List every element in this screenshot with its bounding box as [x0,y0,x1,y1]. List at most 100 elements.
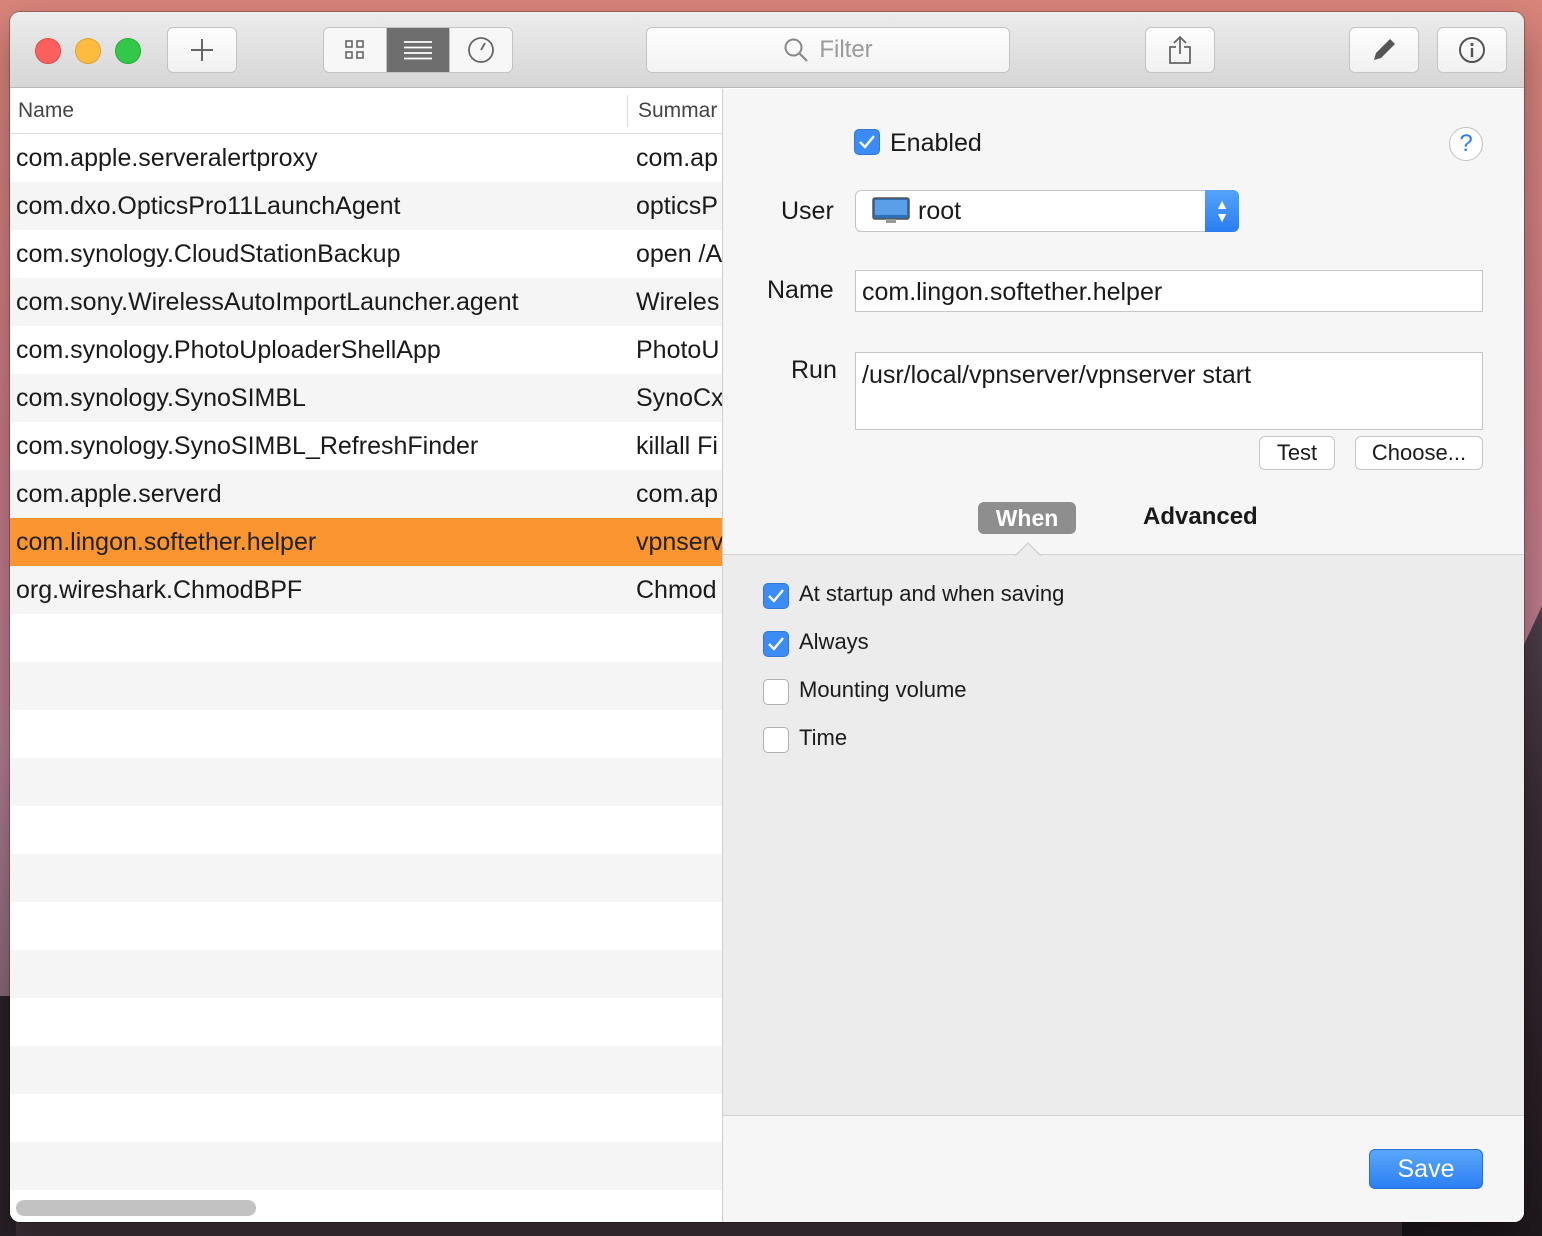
column-separator[interactable] [627,95,628,127]
close-window-button[interactable] [35,38,61,64]
user-value: root [918,197,962,225]
list-icon [404,41,432,60]
view-mode-segmented-control [323,27,513,73]
table-row[interactable]: com.dxo.OpticsPro11LaunchAgent opticsP [10,182,722,230]
table-row[interactable]: com.synology.SynoSIMBL SynoCx [10,374,722,422]
row-name: org.wireshark.ChmodBPF [16,576,303,604]
row-name: com.synology.PhotoUploaderShellApp [16,336,441,364]
row-summary: Wireles [636,288,720,316]
table-row[interactable]: com.synology.SynoSIMBL_RefreshFinder kill… [10,422,722,470]
row-name: com.sony.WirelessAutoImportLauncher.agen… [16,288,519,316]
table-row[interactable]: com.apple.serverd com.ap [10,470,722,518]
table-row[interactable]: com.synology.CloudStationBackup open /A [10,230,722,278]
row-name: com.lingon.softether.helper [16,528,317,556]
user-label: User [781,197,834,225]
when-option-checkbox[interactable] [763,583,789,609]
row-summary: opticsP [636,192,718,220]
history-view-button[interactable] [450,28,512,72]
search-icon [784,38,809,62]
agents-list: Name Summar com.apple.serveralertproxy co… [10,89,722,1222]
horizontal-scrollbar[interactable] [16,1200,256,1216]
filter-search-field[interactable]: Filter [646,27,1010,73]
grid-icon [345,40,364,59]
row-summary: vpnserv [636,528,722,556]
row-name: com.synology.SynoSIMBL_RefreshFinder [16,432,479,460]
detail-pane: Enabled ? User root ▲ ▼ Name com.lingon.s… [722,89,1524,1222]
test-button[interactable]: Test [1259,436,1335,470]
row-summary: PhotoU [636,336,720,364]
choose-button[interactable]: Choose... [1355,436,1483,470]
pencil-icon [1374,39,1395,60]
table-row[interactable]: com.lingon.softether.helper vpnserv [10,518,722,566]
tab-when[interactable]: When [978,502,1076,534]
column-header-name[interactable]: Name [18,99,74,123]
row-name: com.synology.CloudStationBackup [16,240,401,268]
when-option-checkbox[interactable] [763,679,789,705]
table-row[interactable]: com.apple.serveralertproxy com.ap [10,134,722,182]
run-field[interactable]: /usr/local/vpnserver/vpnserver start [855,352,1483,430]
row-summary: com.ap [636,480,718,508]
question-mark-icon: ? [1459,130,1473,157]
row-summary: com.ap [636,144,718,172]
empty-row [10,1094,722,1142]
when-option-checkbox[interactable] [763,631,789,657]
share-icon [1169,35,1191,64]
table-row[interactable]: com.sony.WirelessAutoImportLauncher.agen… [10,278,722,326]
save-button[interactable]: Save [1369,1149,1483,1189]
row-summary: Chmod [636,576,717,604]
empty-row [10,758,722,806]
when-option-label[interactable]: Always [799,629,869,655]
run-label: Run [791,356,837,384]
user-popup[interactable]: root ▲ ▼ [855,190,1239,232]
computer-monitor-icon [872,197,910,223]
row-name: com.synology.SynoSIMBL [16,384,306,412]
minimize-window-button[interactable] [75,38,101,64]
row-name: com.dxo.OpticsPro11LaunchAgent [16,192,401,220]
edit-button[interactable] [1349,27,1419,73]
empty-row [10,902,722,950]
empty-row [10,950,722,998]
row-summary: open /A [636,240,722,268]
when-option-label[interactable]: Mounting volume [799,677,967,703]
add-button[interactable] [167,27,237,73]
empty-row [10,806,722,854]
filter-placeholder: Filter [819,36,873,63]
list-header: Name Summar [10,89,722,134]
empty-row [10,1142,722,1190]
detail-form: Enabled ? User root ▲ ▼ Name com.lingon.s… [723,89,1524,555]
row-name: com.apple.serverd [16,480,222,508]
empty-row [10,614,722,662]
grid-view-button[interactable] [324,28,387,72]
column-header-summary[interactable]: Summar [638,99,722,123]
when-option-label[interactable]: At startup and when saving [799,581,1064,607]
list-view-button[interactable] [387,28,450,72]
row-summary: killall Fi [636,432,718,460]
app-window: Filter Name Summar com.apple.serveralert… [10,12,1524,1222]
enabled-checkbox[interactable] [854,129,880,155]
when-option-label[interactable]: Time [799,725,847,751]
popup-stepper-icon: ▲ ▼ [1205,190,1239,232]
tab-pointer-fill [1015,544,1041,557]
info-icon [1459,37,1485,63]
enabled-label[interactable]: Enabled [890,129,982,158]
row-summary: SynoCx [636,384,722,412]
info-button[interactable] [1437,27,1507,73]
empty-row [10,854,722,902]
share-button[interactable] [1145,27,1215,73]
checkmark-icon [859,135,875,149]
toolbar: Filter [10,12,1524,88]
when-option-checkbox[interactable] [763,727,789,753]
empty-row [10,710,722,758]
table-row[interactable]: org.wireshark.ChmodBPF Chmod [10,566,722,614]
tab-advanced[interactable]: Advanced [1143,503,1258,531]
empty-row [10,662,722,710]
zoom-window-button[interactable] [115,38,141,64]
name-field[interactable]: com.lingon.softether.helper [855,270,1483,312]
help-button[interactable]: ? [1449,127,1483,161]
empty-row [10,998,722,1046]
table-row[interactable]: com.synology.PhotoUploaderShellApp PhotoU [10,326,722,374]
empty-row [10,1046,722,1094]
row-name: com.apple.serveralertproxy [16,144,318,172]
plus-icon [191,39,213,61]
checkmark-icon [768,589,784,603]
